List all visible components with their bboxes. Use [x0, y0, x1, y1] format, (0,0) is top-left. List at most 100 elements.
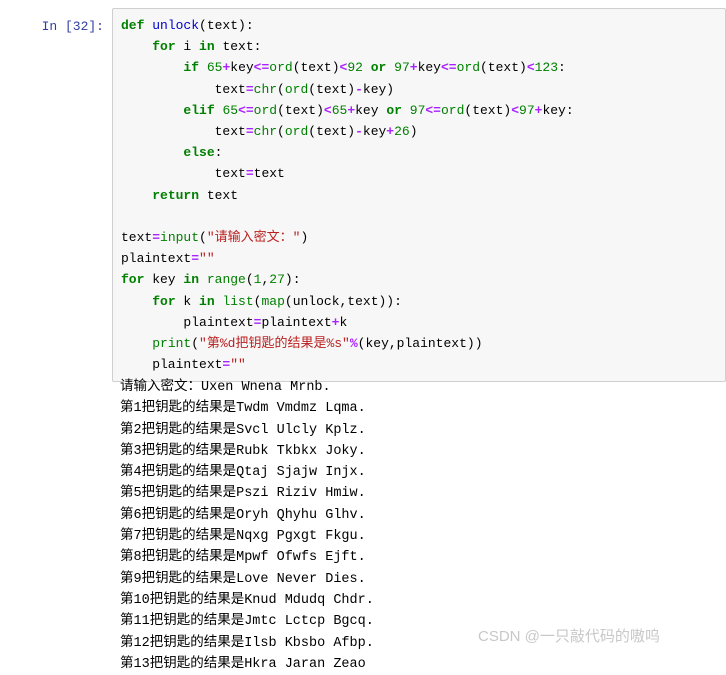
code-token: <= [238, 102, 254, 118]
code-token: return [152, 187, 200, 203]
code-token: ): [284, 272, 301, 288]
code-token: 123 [534, 60, 559, 76]
code-token: (text) [464, 102, 512, 118]
code-token: = [191, 251, 200, 267]
code-token: print [152, 336, 192, 352]
code-token: (key,plaintext)) [357, 336, 483, 352]
code-token: or [370, 60, 387, 76]
code-token: 97 [519, 102, 535, 118]
code-token: for [152, 39, 176, 55]
code-token: 65 [222, 102, 239, 118]
code-token: ord [456, 60, 480, 76]
code-token: chr [253, 81, 278, 97]
code-token: < [511, 102, 520, 118]
code-token: (text): [199, 18, 254, 33]
code-token: for [152, 293, 176, 309]
code-token: key [144, 272, 184, 288]
code-token: "第%d把钥匙的结果是%s" [199, 336, 350, 352]
code-token: def [121, 18, 153, 33]
code-token: ord [284, 124, 309, 140]
code-token: in [199, 39, 215, 55]
code-token: 27 [269, 272, 285, 288]
code-cell[interactable]: In [32]: def unlock(text): for i in text… [0, 8, 726, 383]
code-token: <= [440, 60, 457, 76]
code-token: 97 [394, 60, 410, 76]
code-token: text: [214, 39, 262, 55]
code-token: unlock [152, 18, 200, 33]
code-token: 26 [394, 124, 410, 140]
code-token: (text) [308, 124, 356, 140]
code-token: ord [253, 102, 278, 118]
code-token: = [152, 230, 161, 246]
code-token: key) [362, 81, 395, 97]
code-token: "" [199, 251, 215, 267]
code-token: ord [269, 60, 293, 76]
code-token: ) [409, 124, 418, 140]
code-token: ( [277, 81, 285, 97]
code-token: + [347, 102, 356, 118]
code-input-area[interactable]: def unlock(text): for i in text: if 65+k… [112, 8, 726, 383]
code-token: ( [277, 124, 285, 140]
code-token: for [121, 272, 145, 288]
code-token: "请输入密文：" [206, 230, 301, 246]
code-token: + [409, 60, 418, 76]
code-token: : [558, 60, 566, 76]
code-token: plaintext [261, 314, 332, 330]
code-token: 65 [206, 60, 223, 76]
code-token: key [355, 102, 379, 118]
code-token: key [362, 124, 387, 140]
code-token: "" [230, 357, 246, 373]
code-token: range [206, 272, 246, 288]
code-token: (text) [480, 60, 527, 76]
code-token: plaintext [121, 314, 254, 330]
code-token: input [160, 230, 200, 246]
source-code[interactable]: def unlock(text): for i in text: if 65+k… [121, 15, 719, 375]
code-token: ) [300, 230, 309, 246]
csdn-watermark: CSDN @一只敲代码的嗷呜 [478, 628, 660, 645]
code-token: list [222, 293, 254, 309]
code-token: <= [425, 102, 441, 118]
code-token: i [175, 39, 200, 55]
code-token: = [245, 81, 254, 97]
code-token: (unlock,text)): [284, 293, 402, 309]
code-token: text [121, 81, 246, 97]
code-token: 65 [331, 102, 348, 118]
code-token: ord [440, 102, 465, 118]
code-token: < [323, 102, 332, 118]
code-token: % [349, 336, 358, 352]
code-token: ( [245, 272, 254, 288]
code-token: + [386, 124, 395, 140]
code-token: text [121, 166, 246, 182]
code-token: plaintext [121, 251, 192, 267]
code-token: 92 [347, 60, 363, 76]
cell-execution-prompt: In [32]: [41, 19, 104, 34]
code-token: ( [191, 336, 200, 352]
code-token: k [339, 314, 348, 330]
code-token: in [199, 293, 215, 309]
code-token: key [230, 60, 254, 76]
code-token: - [355, 124, 363, 140]
code-token: if [183, 60, 200, 76]
code-token: key: [542, 102, 574, 118]
code-token: else [183, 145, 215, 161]
code-token: (text) [292, 60, 340, 76]
notebook-container: In [32]: def unlock(text): for i in text… [0, 0, 726, 672]
code-token: <= [253, 60, 270, 76]
code-token: or [386, 102, 402, 118]
code-token: = [245, 166, 254, 182]
code-token: chr [253, 124, 278, 140]
code-token: ord [284, 81, 309, 97]
code-token: in [183, 272, 200, 288]
code-token: - [355, 81, 363, 97]
